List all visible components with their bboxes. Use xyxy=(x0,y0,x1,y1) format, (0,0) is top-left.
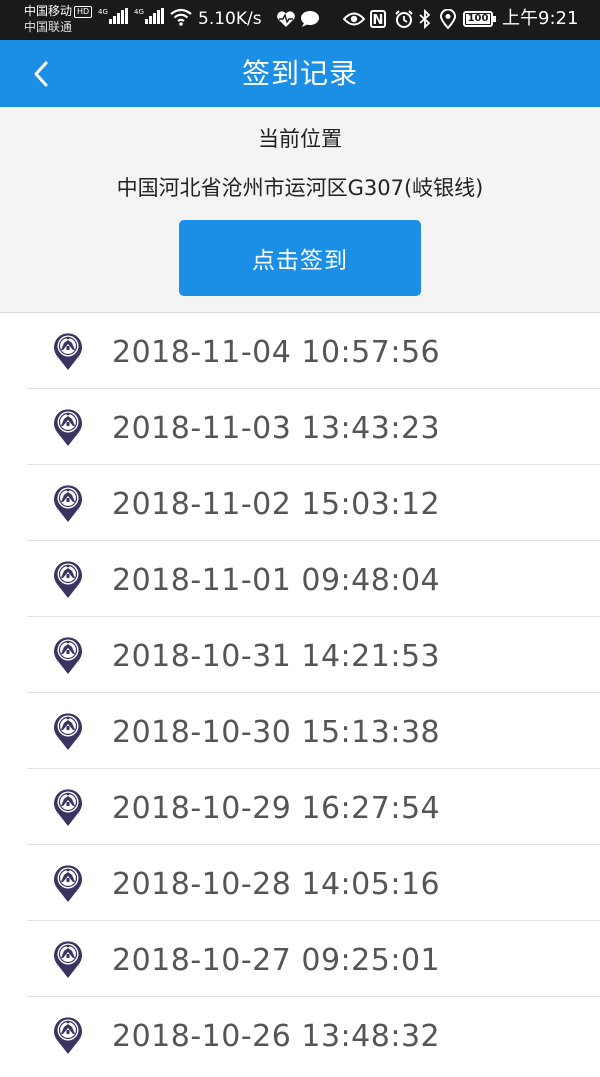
location-pin-icon xyxy=(54,941,82,978)
record-time: 2018-10-31 14:21:53 xyxy=(112,639,441,674)
record-item[interactable]: 2018-11-01 09:48:04 xyxy=(0,541,600,617)
record-item[interactable]: 2018-10-28 14:05:16 xyxy=(0,845,600,921)
record-time: 2018-10-30 15:13:38 xyxy=(112,715,441,750)
chevron-left-icon xyxy=(34,61,48,87)
chat-icon xyxy=(301,11,319,27)
page-title: 签到记录 xyxy=(241,57,358,90)
record-time: 2018-11-02 15:03:12 xyxy=(112,487,441,522)
battery-icon: 100 xyxy=(463,11,496,27)
current-location-address: 中国河北省沧州市运河区G307(岐银线) xyxy=(116,176,484,200)
record-item[interactable]: 2018-11-02 15:03:12 xyxy=(0,465,600,541)
record-item[interactable]: 2018-10-27 09:25:01 xyxy=(0,921,600,997)
signal-icon: 4G xyxy=(98,8,128,24)
nfc-icon: N xyxy=(370,10,386,28)
bluetooth-icon xyxy=(419,9,431,29)
battery-level: 100 xyxy=(466,13,490,24)
checkin-record-list: 2018-11-04 10:57:56 2018-11-03 13:43:23 … xyxy=(0,313,600,1073)
record-item[interactable]: 2018-10-29 16:27:54 xyxy=(0,769,600,845)
status-bar: 中国移动 HD 中国联通 4G 4G 5.10K/s N 100 上午9:21 xyxy=(0,0,600,40)
network-type-2: 4G xyxy=(134,8,144,16)
record-time: 2018-10-28 14:05:16 xyxy=(112,867,441,902)
carrier-info: 中国移动 HD 中国联通 xyxy=(24,3,93,35)
location-pin-icon xyxy=(54,561,82,598)
location-pin-icon xyxy=(54,409,82,446)
location-pin-icon xyxy=(54,789,82,826)
carrier-1-name: 中国移动 xyxy=(24,4,73,18)
record-time: 2018-10-29 16:27:54 xyxy=(112,791,441,826)
location-pin-icon xyxy=(54,1017,82,1054)
record-item[interactable]: 2018-10-30 15:13:38 xyxy=(0,693,600,769)
location-pin-icon xyxy=(54,637,82,674)
record-item[interactable]: 2018-10-31 14:21:53 xyxy=(0,617,600,693)
record-item[interactable]: 2018-11-04 10:57:56 xyxy=(0,313,600,389)
record-time: 2018-11-03 13:43:23 xyxy=(112,411,441,446)
carrier-2-name: 中国联通 xyxy=(24,20,73,34)
alarm-icon xyxy=(395,10,413,28)
back-button[interactable] xyxy=(26,58,62,90)
record-item[interactable]: 2018-10-26 13:48:32 xyxy=(0,997,600,1073)
hd-badge: HD xyxy=(74,6,93,18)
net-speed: 5.10K/s xyxy=(198,9,262,29)
record-time: 2018-11-01 09:48:04 xyxy=(112,563,441,598)
network-type-1: 4G xyxy=(98,8,108,16)
wifi-icon xyxy=(170,8,192,26)
location-icon xyxy=(440,9,456,29)
location-pin-icon xyxy=(54,333,82,370)
title-bar: 签到记录 xyxy=(0,40,600,107)
record-time: 2018-10-27 09:25:01 xyxy=(112,943,441,978)
current-location-label: 当前位置 xyxy=(258,127,342,151)
location-pin-icon xyxy=(54,865,82,902)
location-pin-icon xyxy=(54,713,82,750)
record-time: 2018-10-26 13:48:32 xyxy=(112,1019,441,1054)
record-time: 2018-11-04 10:57:56 xyxy=(112,335,441,370)
current-location-panel: 当前位置 中国河北省沧州市运河区G307(岐银线) 点击签到 xyxy=(0,107,600,312)
eye-icon xyxy=(343,12,365,26)
clock: 上午9:21 xyxy=(502,8,579,29)
record-item[interactable]: 2018-11-03 13:43:23 xyxy=(0,389,600,465)
location-pin-icon xyxy=(54,485,82,522)
heartbeat-icon xyxy=(277,11,295,27)
signal-icon: 4G xyxy=(134,8,164,24)
checkin-button[interactable]: 点击签到 xyxy=(179,220,421,296)
